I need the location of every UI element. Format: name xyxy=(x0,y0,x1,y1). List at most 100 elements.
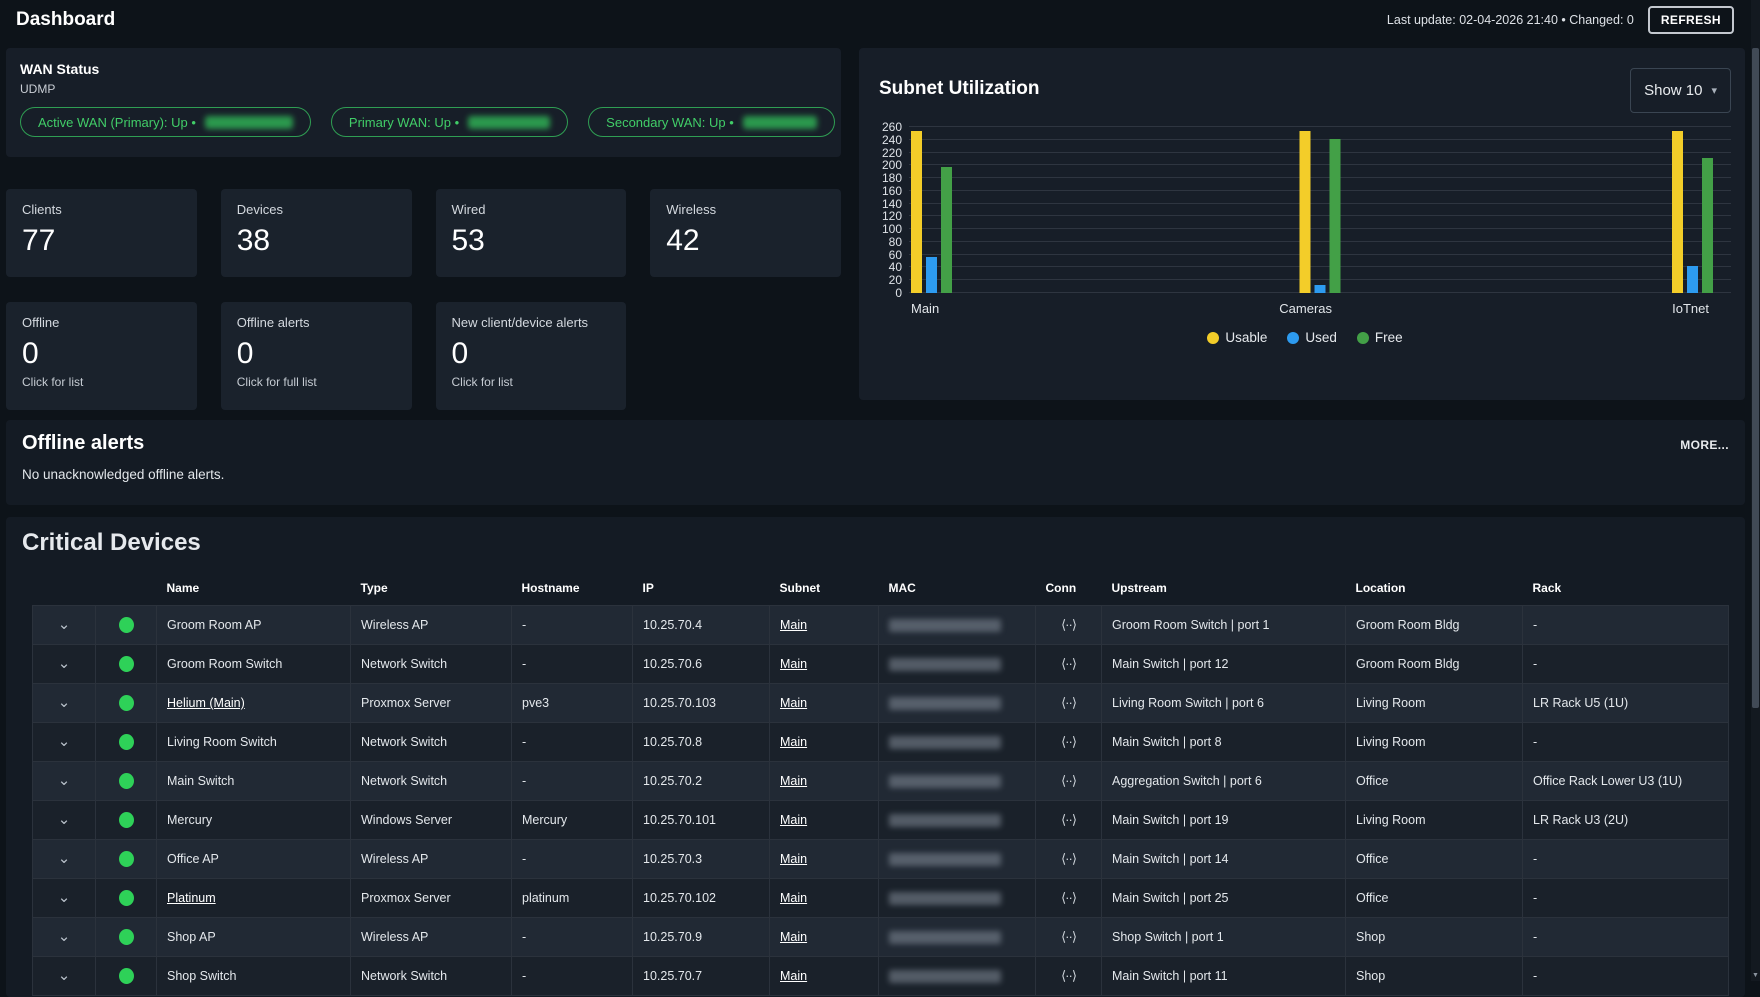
cell-upstream: Main Switch | port 25 xyxy=(1102,879,1346,918)
cell-hostname: - xyxy=(512,723,633,762)
cell-upstream: Groom Room Switch | port 1 xyxy=(1102,606,1346,645)
cell-location: Shop xyxy=(1346,957,1523,996)
bar-usable xyxy=(911,131,922,293)
subnet-link[interactable]: Main xyxy=(780,852,807,866)
device-name-link[interactable]: Helium (Main) xyxy=(167,696,245,710)
cell-conn: ⟨··⟩ xyxy=(1036,801,1102,840)
cell-ip: 10.25.70.102 xyxy=(633,879,770,918)
y-axis-tick: 160 xyxy=(882,184,902,198)
cell-rack: - xyxy=(1523,879,1729,918)
mac-redacted xyxy=(889,619,1001,632)
status-dot xyxy=(119,929,134,945)
subnet-link[interactable]: Main xyxy=(780,657,807,671)
connection-icon: ⟨··⟩ xyxy=(1061,695,1076,710)
cell-ip: 10.25.70.6 xyxy=(633,645,770,684)
bar-group-main xyxy=(911,127,952,293)
cell-mac xyxy=(879,879,1036,918)
chevron-down-icon[interactable]: ⌄ xyxy=(58,932,71,942)
status-dot xyxy=(119,695,134,711)
cell-subnet: Main xyxy=(770,801,879,840)
column-header-hostname: Hostname xyxy=(512,573,633,606)
cell-expand: ⌄ xyxy=(33,840,96,879)
cell-mac xyxy=(879,606,1036,645)
y-axis-tick: 220 xyxy=(882,146,902,160)
subnet-link[interactable]: Main xyxy=(780,891,807,905)
table-row: ⌄Shop APWireless AP-10.25.70.9Main⟨··⟩Sh… xyxy=(33,918,1729,957)
chevron-down-icon: ▾ xyxy=(1711,84,1717,97)
wan-ip-redacted xyxy=(468,116,550,129)
stat-card-offline[interactable]: Offline0Click for list xyxy=(6,302,197,410)
page-scrollbar[interactable]: ▼ xyxy=(1751,0,1760,981)
stat-value: 53 xyxy=(452,224,611,257)
chevron-down-icon[interactable]: ⌄ xyxy=(58,854,71,864)
chart-y-axis: 020406080100120140160180200220240260 xyxy=(879,127,909,293)
wan-status-pill: Active WAN (Primary): Up • xyxy=(20,107,311,137)
stat-label: New client/device alerts xyxy=(452,315,611,330)
bar-free xyxy=(1702,158,1713,293)
stat-card-devices: Devices38 xyxy=(221,189,412,277)
x-axis-label-cameras: Cameras xyxy=(1279,301,1332,316)
chevron-down-icon[interactable]: ⌄ xyxy=(58,893,71,903)
stat-card-offline-alerts[interactable]: Offline alerts0Click for full list xyxy=(221,302,412,410)
wan-ip-redacted xyxy=(743,116,817,129)
subnet-link[interactable]: Main xyxy=(780,696,807,710)
cell-subnet: Main xyxy=(770,723,879,762)
legend-dot xyxy=(1357,332,1369,344)
subnet-link[interactable]: Main xyxy=(780,735,807,749)
cell-status xyxy=(96,723,157,762)
wan-pill-label: Active WAN (Primary): Up • xyxy=(38,115,196,130)
subnet-link[interactable]: Main xyxy=(780,813,807,827)
cell-upstream: Main Switch | port 19 xyxy=(1102,801,1346,840)
stat-label: Wired xyxy=(452,202,611,217)
bar-usable xyxy=(1300,131,1311,293)
cell-ip: 10.25.70.4 xyxy=(633,606,770,645)
cell-upstream: Main Switch | port 14 xyxy=(1102,840,1346,879)
chevron-down-icon[interactable]: ⌄ xyxy=(58,659,71,669)
dashboard-content: WAN Status UDMP Active WAN (Primary): Up… xyxy=(0,40,1760,997)
cell-name: Shop AP xyxy=(157,918,351,957)
stat-value: 42 xyxy=(666,224,825,257)
subnet-link[interactable]: Main xyxy=(780,930,807,944)
cell-location: Groom Room Bldg xyxy=(1346,645,1523,684)
cell-rack: Office Rack Lower U3 (1U) xyxy=(1523,762,1729,801)
page-title: Dashboard xyxy=(16,9,115,31)
cell-expand: ⌄ xyxy=(33,606,96,645)
refresh-button[interactable]: REFRESH xyxy=(1648,6,1734,34)
chevron-down-icon[interactable]: ⌄ xyxy=(58,971,71,981)
offline-alerts-title: Offline alerts xyxy=(22,432,144,455)
table-row: ⌄MercuryWindows ServerMercury10.25.70.10… xyxy=(33,801,1729,840)
more-link[interactable]: MORE... xyxy=(1680,438,1729,452)
cell-status xyxy=(96,918,157,957)
device-name-link[interactable]: Platinum xyxy=(167,891,216,905)
cell-type: Wireless AP xyxy=(351,840,512,879)
cell-name: Main Switch xyxy=(157,762,351,801)
subnet-link[interactable]: Main xyxy=(780,774,807,788)
chevron-down-icon[interactable]: ⌄ xyxy=(58,620,71,630)
show-count-select[interactable]: Show 10 ▾ xyxy=(1630,68,1731,113)
stat-card-wireless: Wireless42 xyxy=(650,189,841,277)
chevron-down-icon[interactable]: ⌄ xyxy=(58,815,71,825)
chevron-down-icon[interactable]: ⌄ xyxy=(58,698,71,708)
chevron-down-icon[interactable]: ⌄ xyxy=(58,737,71,747)
cell-rack: - xyxy=(1523,606,1729,645)
table-row: ⌄Helium (Main)Proxmox Serverpve310.25.70… xyxy=(33,684,1729,723)
column-header-ip: IP xyxy=(633,573,770,606)
chevron-down-icon[interactable]: ⌄ xyxy=(58,776,71,786)
y-axis-tick: 180 xyxy=(882,171,902,185)
cell-rack: - xyxy=(1523,645,1729,684)
offline-alerts-empty-message: No unacknowledged offline alerts. xyxy=(22,467,1729,482)
chart-legend: UsableUsedFree xyxy=(879,330,1731,345)
critical-devices-section: Critical Devices NameTypeHostnameIPSubne… xyxy=(6,517,1745,997)
wan-status-card: WAN Status UDMP Active WAN (Primary): Up… xyxy=(6,48,841,157)
stat-label: Devices xyxy=(237,202,396,217)
scrollbar-down-arrow[interactable]: ▼ xyxy=(1751,972,1760,979)
legend-label: Usable xyxy=(1225,330,1267,345)
cell-mac xyxy=(879,645,1036,684)
stat-card-new-client-device-alerts[interactable]: New client/device alerts0Click for list xyxy=(436,302,627,410)
cell-location: Shop xyxy=(1346,918,1523,957)
subnet-link[interactable]: Main xyxy=(780,618,807,632)
cell-expand: ⌄ xyxy=(33,879,96,918)
scrollbar-thumb[interactable] xyxy=(1752,48,1759,708)
column-header-subnet: Subnet xyxy=(770,573,879,606)
mac-redacted xyxy=(889,892,1001,905)
